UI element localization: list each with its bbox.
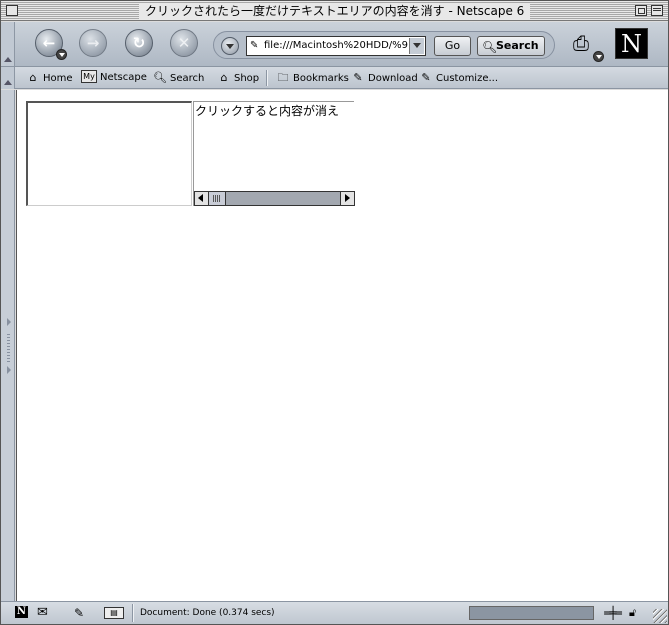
toolbar-grippy[interactable] xyxy=(1,22,15,66)
bookmarks-label: Bookmarks xyxy=(293,73,349,84)
reload-icon: ↻ xyxy=(132,34,146,52)
home-label: Home xyxy=(43,73,73,84)
splitter-grip-icon xyxy=(7,334,10,362)
reload-button[interactable]: ↻ xyxy=(125,29,153,57)
toolbar-separator xyxy=(266,70,268,86)
status-separator xyxy=(132,604,134,622)
mail-icon[interactable]: ✉ xyxy=(37,605,48,621)
download-link[interactable]: ✎ Download xyxy=(351,70,418,86)
scroll-left-icon[interactable] xyxy=(195,192,209,205)
status-bar: N ✉ ✎ ▤ Document: Done (0.374 secs) ═╪═ … xyxy=(1,601,668,624)
url-input[interactable]: file:///Macintosh%20HDD/%9 xyxy=(246,36,426,56)
search-icon: 🔍︎ xyxy=(153,71,167,84)
shop-icon: ⌂ xyxy=(220,71,228,84)
url-history-dropdown-icon[interactable] xyxy=(221,37,239,55)
stop-icon: ✕ xyxy=(177,34,191,52)
home-icon: ⌂ xyxy=(29,71,37,84)
title-bar[interactable]: クリックされたら一度だけテキストエリアの内容を消す - Netscape 6 xyxy=(1,1,668,21)
navigation-toolbar: ← → ↻ ✕ file:///Macintosh%20HDD/%9 ✎ Go … xyxy=(1,22,668,67)
customize-link[interactable]: ✎ Customize... xyxy=(419,70,498,86)
horizontal-scrollbar[interactable] xyxy=(194,191,355,206)
magnifier-icon: 🔍︎ xyxy=(482,40,498,54)
collapse-box-icon[interactable] xyxy=(651,5,663,16)
textarea-frame: クリックすると内容が消え xyxy=(193,101,355,206)
print-icon[interactable]: ⎙ xyxy=(567,30,604,62)
sidebar-expand-icon xyxy=(7,366,11,374)
progress-meter xyxy=(469,606,594,620)
download-label: Download xyxy=(368,73,418,84)
netscape-label: Netscape xyxy=(100,72,147,83)
url-dropdown-button[interactable] xyxy=(409,38,424,54)
shop-link[interactable]: ⌂ Shop xyxy=(217,70,260,86)
online-status-icon[interactable]: ═╪═ xyxy=(599,605,625,621)
scroll-thumb[interactable] xyxy=(209,192,226,205)
scroll-right-icon[interactable] xyxy=(340,192,354,205)
message-textarea[interactable]: クリックすると内容が消え xyxy=(194,102,354,191)
window-title: クリックされたら一度だけテキストエリアの内容を消す - Netscape 6 xyxy=(139,3,531,19)
sidebar-splitter[interactable] xyxy=(1,90,15,601)
forward-button[interactable]: → xyxy=(79,29,107,57)
search-label: Search xyxy=(170,73,205,84)
personal-toolbar: ⌂ Home My Netscape 🔍︎ Search ⌂ Shop 🗀︎ Bookma… xyxy=(1,67,668,89)
my-netscape-icon: My xyxy=(81,69,97,83)
go-button[interactable]: Go xyxy=(434,36,471,56)
zoom-box-icon[interactable] xyxy=(635,5,647,16)
search-button-label: Search xyxy=(496,39,539,52)
link-icon: ✎ xyxy=(353,71,363,84)
status-text: Document: Done (0.374 secs) xyxy=(140,608,275,618)
security-lock-icon[interactable]: 🔓︎ xyxy=(629,605,636,621)
page-proxy-icon[interactable]: ✎ xyxy=(250,40,260,51)
back-history-dropdown-icon[interactable] xyxy=(56,49,67,60)
close-box-icon[interactable] xyxy=(6,5,18,16)
forward-arrow-icon: → xyxy=(86,34,100,52)
address-book-icon[interactable]: ▤ xyxy=(104,607,124,619)
resize-grip-icon[interactable] xyxy=(653,609,667,623)
stop-button[interactable]: ✕ xyxy=(170,29,198,57)
page-content: クリックすると内容が消え xyxy=(16,90,668,601)
navigator-icon[interactable]: N xyxy=(15,606,28,618)
personal-toolbar-grippy[interactable] xyxy=(1,67,15,89)
shop-label: Shop xyxy=(234,73,260,84)
empty-frame xyxy=(26,101,192,206)
link-icon: ✎ xyxy=(421,71,431,84)
print-dropdown-icon[interactable] xyxy=(593,51,604,62)
sidebar-expand-icon xyxy=(7,318,11,326)
search-link[interactable]: 🔍︎ Search xyxy=(153,70,204,86)
browser-window: クリックされたら一度だけテキストエリアの内容を消す - Netscape 6 ←… xyxy=(0,0,669,625)
bookmarks-button[interactable]: 🗀︎ Bookmarks xyxy=(276,70,349,86)
customize-label: Customize... xyxy=(436,73,499,84)
folder-icon: 🗀︎ xyxy=(277,71,289,84)
my-netscape-button[interactable]: My Netscape xyxy=(81,69,147,86)
home-button[interactable]: ⌂ Home xyxy=(26,70,73,86)
search-button[interactable]: 🔍︎ Search xyxy=(477,36,545,56)
composer-icon[interactable]: ✎ xyxy=(74,605,84,621)
netscape-logo-icon[interactable]: N xyxy=(615,28,648,59)
back-button[interactable]: ← xyxy=(35,29,67,60)
